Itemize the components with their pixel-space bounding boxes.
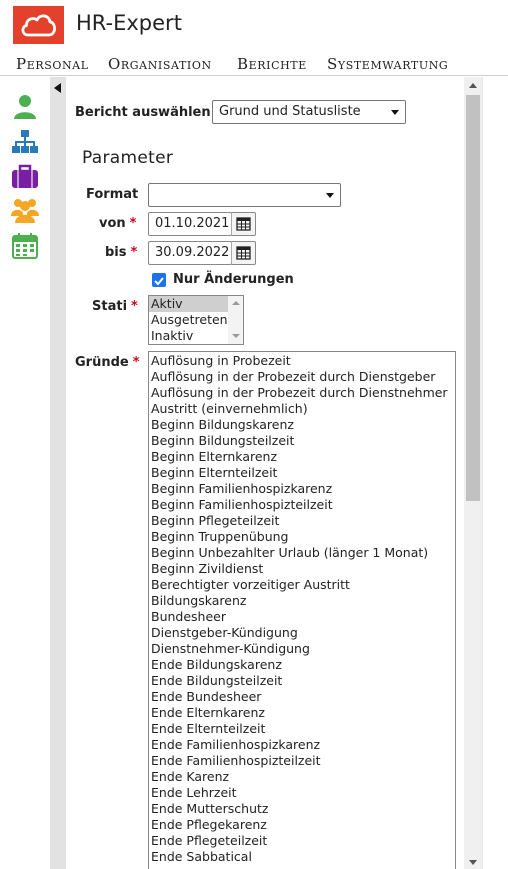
chevron-down-icon	[326, 193, 334, 198]
sidebar-collapse-gutter	[50, 77, 66, 869]
gruende-option[interactable]: Ende Familienhospizkarenz	[149, 737, 455, 753]
gruende-option[interactable]: Dienstgeber-Kündigung	[149, 625, 455, 641]
gruende-label: Gründe *	[75, 355, 140, 370]
gruende-option[interactable]: Auflösung in Probezeit	[149, 353, 455, 369]
parameter-heading: Parameter	[82, 148, 174, 168]
stati-listbox[interactable]: Aktiv Ausgetreten Inaktiv	[148, 295, 244, 345]
gruende-option[interactable]: Ende Mutterschutz	[149, 801, 455, 817]
person-icon[interactable]	[11, 93, 39, 121]
gruende-option[interactable]: Auflösung in der Probezeit durch Dienstg…	[149, 369, 455, 385]
required-marker: *	[130, 245, 138, 260]
only-changes-label[interactable]: Nur Änderungen	[173, 272, 294, 287]
briefcase-icon[interactable]	[11, 163, 39, 191]
gruende-option[interactable]: Beginn Truppenübung	[149, 529, 455, 545]
app-title: HR-Expert	[76, 11, 182, 35]
scrollbar-thumb[interactable]	[466, 95, 480, 501]
gruende-listbox[interactable]: Auflösung in Probezeit Auflösung in der P…	[148, 351, 456, 869]
format-label: Format	[86, 187, 139, 202]
required-marker: *	[131, 299, 138, 314]
org-chart-icon[interactable]	[11, 128, 39, 156]
scroll-up-icon	[232, 301, 240, 305]
right-margin	[482, 77, 508, 869]
gruende-option[interactable]: Beginn Bildungskarenz	[149, 417, 455, 433]
gruende-option[interactable]: Beginn Pflegeteilzeit	[149, 513, 455, 529]
gruende-option[interactable]: Ende Bildungskarenz	[149, 657, 455, 673]
von-label-text: von	[99, 216, 126, 231]
bis-date-input[interactable]: 30.09.2022	[148, 241, 232, 265]
cloud-logo-icon[interactable]	[13, 6, 64, 44]
checkmark-icon	[154, 277, 164, 286]
gruende-option[interactable]: Auflösung in der Probezeit durch Dienstn…	[149, 385, 455, 401]
gruende-option[interactable]: Bildungskarenz	[149, 593, 455, 609]
stati-label: Stati *	[92, 299, 138, 314]
module-sidebar	[0, 77, 50, 869]
von-label: von *	[99, 216, 136, 231]
calendar-icon	[236, 217, 251, 231]
report-select-label: Bericht auswählen	[75, 105, 211, 120]
gruende-option[interactable]: Beginn Bildungsteilzeit	[149, 433, 455, 449]
only-changes-checkbox[interactable]	[152, 273, 166, 287]
gruende-label-text: Gründe	[75, 355, 129, 370]
gruende-option[interactable]: Ende Karenz	[149, 769, 455, 785]
gruende-option[interactable]: Ende Familienhospizteilzeit	[149, 753, 455, 769]
scroll-down-icon[interactable]	[469, 860, 477, 865]
report-select[interactable]: Grund und Statusliste	[212, 100, 406, 124]
main-menu: Personal Organisation Berichte Systemwar…	[0, 52, 508, 76]
gruende-option[interactable]: Beginn Familienhospizkarenz	[149, 481, 455, 497]
calendar-icon[interactable]	[11, 232, 39, 260]
menu-berichte[interactable]: Berichte	[237, 55, 307, 73]
scroll-up-icon[interactable]	[469, 83, 477, 88]
bis-label: bis *	[105, 245, 137, 260]
chevron-down-icon	[391, 110, 399, 115]
gruende-option[interactable]: Ende Sabbatical	[149, 849, 455, 865]
calendar-icon	[236, 246, 251, 260]
group-icon[interactable]	[11, 196, 39, 224]
gruende-option[interactable]: Bundesheer	[149, 609, 455, 625]
collapse-arrow-icon[interactable]	[54, 83, 61, 93]
von-calendar-button[interactable]	[231, 212, 256, 236]
format-select[interactable]	[148, 183, 341, 207]
stati-scrollbar[interactable]	[228, 296, 243, 344]
menu-systemwartung[interactable]: Systemwartung	[327, 55, 448, 73]
gruende-option[interactable]: Ende Lehrzeit	[149, 785, 455, 801]
gruende-option[interactable]: Beginn Familienhospizteilzeit	[149, 497, 455, 513]
gruende-option[interactable]: Beginn Zivildienst	[149, 561, 455, 577]
app-header: HR-Expert	[0, 0, 508, 52]
report-form: Bericht auswählen Grund und Statusliste …	[66, 77, 482, 869]
menu-personal[interactable]: Personal	[16, 55, 89, 73]
gruende-option[interactable]: Ende Pflegekarenz	[149, 817, 455, 833]
page-scrollbar[interactable]	[464, 77, 482, 869]
gruende-option[interactable]: Beginn Elternkarenz	[149, 449, 455, 465]
gruende-option[interactable]: Ende Bundesheer	[149, 689, 455, 705]
bis-label-text: bis	[105, 245, 127, 260]
stati-label-text: Stati	[92, 299, 128, 314]
gruende-option[interactable]: Dienstnehmer-Kündigung	[149, 641, 455, 657]
report-select-value: Grund und Statusliste	[219, 104, 361, 119]
gruende-option[interactable]: Ende Elternkarenz	[149, 705, 455, 721]
menu-organisation[interactable]: Organisation	[108, 55, 212, 73]
gruende-option[interactable]: Austritt (einvernehmlich)	[149, 401, 455, 417]
required-marker: *	[132, 355, 140, 370]
gruende-option[interactable]: Berechtigter vorzeitiger Austritt	[149, 577, 455, 593]
gruende-option[interactable]: Ende Pflegeteilzeit	[149, 833, 455, 849]
required-marker: *	[129, 216, 137, 231]
gruende-option[interactable]: Beginn Elternteilzeit	[149, 465, 455, 481]
gruende-option[interactable]: Ende Elternteilzeit	[149, 721, 455, 737]
gruende-option[interactable]: Beginn Unbezahlter Urlaub (länger 1 Mona…	[149, 545, 455, 561]
gruende-option[interactable]: Ende Bildungsteilzeit	[149, 673, 455, 689]
bis-calendar-button[interactable]	[231, 241, 256, 265]
von-date-input[interactable]: 01.10.2021	[148, 212, 232, 236]
scroll-down-icon	[232, 334, 240, 338]
